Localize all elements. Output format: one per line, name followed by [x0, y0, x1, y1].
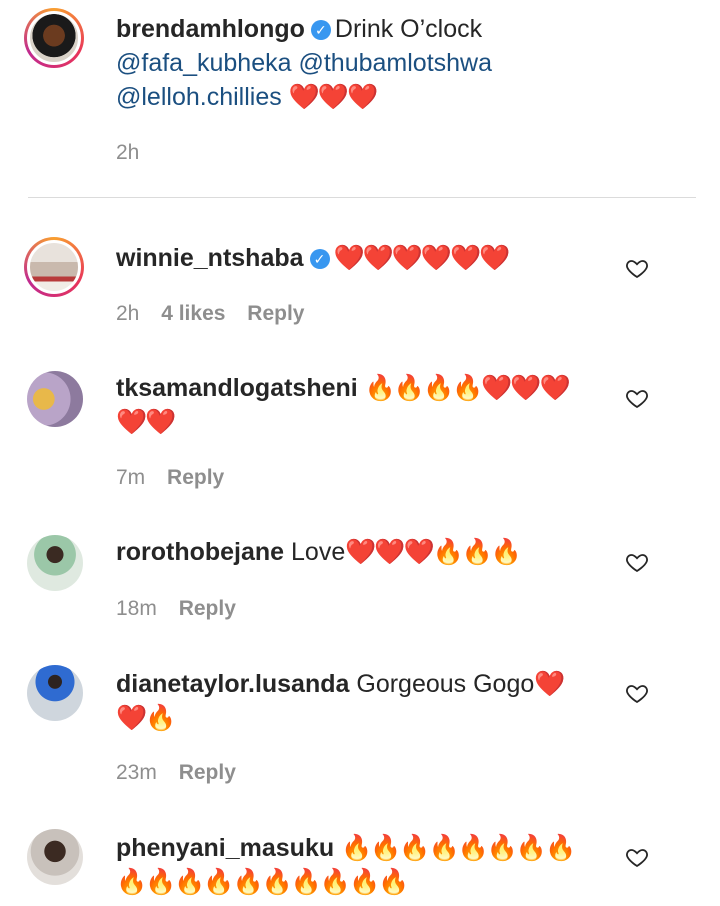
emoji: ❤️🔥: [116, 704, 176, 732]
username[interactable]: rorothobejane: [116, 538, 284, 566]
verified-icon: ✓: [310, 20, 331, 40]
mention[interactable]: @thubamlotshwa: [298, 49, 492, 77]
timestamp: 18m: [116, 597, 157, 620]
verified-icon: ✓: [309, 249, 330, 269]
divider: [28, 197, 696, 198]
emoji: ❤️❤️❤️🔥🔥🔥: [345, 538, 522, 566]
heart-icon[interactable]: [625, 386, 649, 410]
mention[interactable]: @fafa_kubheka: [116, 49, 292, 77]
comment-text: dianetaylor.lusanda Gorgeous Gogo❤️ ❤️🔥: [116, 667, 606, 735]
heart-icon[interactable]: [625, 550, 649, 574]
username[interactable]: brendamhlongo: [116, 15, 305, 43]
emoji: ❤️❤️: [116, 408, 176, 436]
timestamp: 2h: [116, 141, 140, 164]
avatar-image: [27, 11, 81, 65]
avatar[interactable]: [27, 665, 83, 721]
reply-button[interactable]: Reply: [179, 761, 236, 784]
timestamp: 7m: [116, 466, 146, 489]
emoji: ❤️❤️❤️: [288, 83, 378, 111]
heart-icon[interactable]: [625, 681, 649, 705]
heart-icon[interactable]: [625, 256, 649, 280]
reply-button[interactable]: Reply: [179, 597, 236, 620]
comment-meta: 7m Reply: [116, 466, 240, 490]
avatar-image: [27, 535, 83, 591]
username[interactable]: winnie_ntshaba: [116, 244, 304, 272]
likes-count[interactable]: 4 likes: [161, 302, 225, 325]
username[interactable]: phenyani_masuku: [116, 834, 334, 862]
username[interactable]: dianetaylor.lusanda: [116, 670, 349, 698]
avatar[interactable]: [27, 371, 83, 427]
comment-body: Love: [291, 538, 346, 566]
avatar[interactable]: [24, 8, 84, 68]
mention[interactable]: @lelloh.chillies: [116, 83, 282, 111]
timestamp: 2h: [116, 302, 140, 325]
username[interactable]: tksamandlogatsheni: [116, 374, 358, 402]
avatar[interactable]: [27, 535, 83, 591]
emoji: 🔥🔥🔥🔥❤️❤️❤️: [364, 374, 571, 402]
avatar-image: [27, 829, 83, 885]
comment-meta: 23m Reply: [116, 761, 252, 785]
timestamp: 23m: [116, 761, 157, 784]
emoji: ❤️: [534, 670, 565, 698]
avatar-image: [27, 665, 83, 721]
comment-text: tksamandlogatsheni 🔥🔥🔥🔥❤️❤️❤️ ❤️❤️: [116, 371, 606, 439]
comment-meta: 2h 4 likes Reply: [116, 302, 320, 326]
reply-button[interactable]: Reply: [167, 466, 224, 489]
comment-meta: 18m Reply: [116, 597, 252, 621]
caption-body: Drink O’clock: [334, 15, 483, 43]
comment-text: rorothobejane Love❤️❤️❤️🔥🔥🔥: [116, 535, 606, 569]
avatar-image: [27, 371, 83, 427]
caption-text: brendamhlongo ✓ Drink O’clock @fafa_kubhek…: [116, 12, 606, 114]
avatar-image: [27, 240, 81, 294]
avatar[interactable]: [24, 237, 84, 297]
comment-text: phenyani_masuku 🔥🔥🔥🔥🔥🔥🔥🔥 🔥🔥🔥🔥🔥🔥🔥🔥🔥🔥: [116, 831, 606, 899]
avatar[interactable]: [27, 829, 83, 885]
emoji: 🔥🔥🔥🔥🔥🔥🔥🔥🔥🔥: [116, 868, 409, 896]
heart-icon[interactable]: [625, 845, 649, 869]
emoji: ❤️❤️❤️❤️❤️❤️: [333, 244, 511, 272]
comment-text: winnie_ntshaba ✓ ❤️❤️❤️❤️❤️❤️: [116, 241, 606, 275]
comment-body: Gorgeous Gogo: [356, 670, 535, 698]
comment-meta: 2h: [116, 141, 155, 165]
reply-button[interactable]: Reply: [247, 302, 304, 325]
emoji: 🔥🔥🔥🔥🔥🔥🔥🔥: [341, 834, 576, 862]
